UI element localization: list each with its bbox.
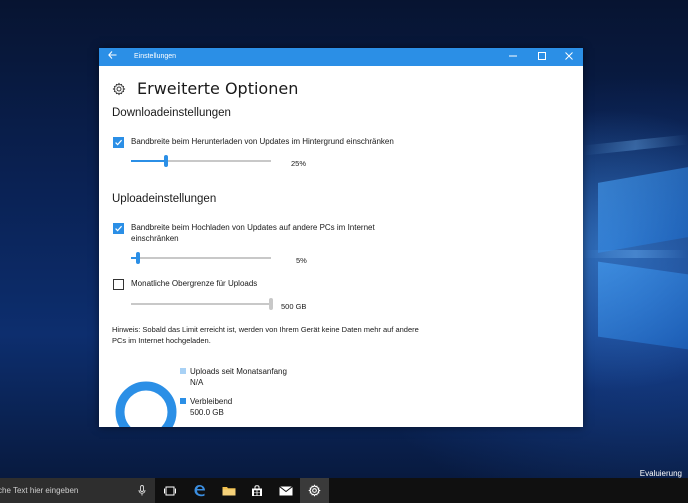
download-limit-label: Bandbreite beim Herunterladen von Update…: [131, 137, 394, 146]
download-limit-checkbox[interactable]: [113, 137, 124, 148]
upload-limit-checkbox[interactable]: [113, 223, 124, 234]
checkmark-icon: [115, 225, 123, 232]
taskbar: che Text hier eingeben: [0, 478, 688, 503]
explorer-icon: [222, 487, 235, 496]
usage-donut-chart: [115, 381, 177, 427]
minimize-button[interactable]: [499, 48, 527, 66]
download-bandwidth-slider[interactable]: [131, 155, 271, 167]
slider-thumb[interactable]: [269, 298, 273, 310]
slider-track: [131, 303, 271, 305]
back-arrow-icon: [107, 51, 116, 59]
light-beam: [583, 134, 688, 156]
slider-fill: [131, 160, 166, 162]
monthly-limit-row[interactable]: Monatliche Obergrenze für Uploads: [113, 278, 411, 290]
download-section-title: Downloadeinstellungen: [112, 107, 231, 119]
settings-window: Einstellungen Erweiterte Optionen Downlo…: [99, 48, 583, 427]
edge-button[interactable]: [185, 478, 214, 503]
upload-bandwidth-slider[interactable]: [131, 252, 271, 264]
monthly-limit-slider[interactable]: [131, 298, 273, 310]
mail-button[interactable]: [271, 478, 300, 503]
windows-logo-pane: [598, 167, 688, 253]
minimize-icon: [509, 55, 517, 57]
upload-slider-value: 5%: [296, 256, 307, 265]
task-view-icon: [163, 486, 176, 495]
upload-hint-text: Hinweis: Sobald das Limit erreicht ist, …: [112, 325, 419, 345]
usage-donut-ring: [115, 381, 177, 427]
legend-entry: Verbleibend: [180, 396, 232, 407]
page-title: Erweiterte Optionen: [137, 79, 299, 98]
upload-section-title: Uploadeinstellungen: [112, 193, 217, 205]
usage-legend-uploaded: Uploads seit Monatsanfang N/A: [180, 366, 287, 388]
upload-limit-row[interactable]: Bandbreite beim Hochladen von Updates au…: [113, 222, 411, 244]
checkmark-icon: [115, 139, 123, 146]
legend-swatch: [180, 397, 186, 404]
back-button[interactable]: [105, 50, 119, 64]
title-bar[interactable]: Einstellungen: [99, 48, 583, 66]
legend-swatch: [180, 367, 186, 374]
windows-logo-pane: [598, 261, 688, 350]
monthly-slider-value: 500 GB: [281, 302, 307, 311]
maximize-icon: [538, 52, 546, 60]
settings-content: Erweiterte Optionen Downloadeinstellunge…: [99, 66, 583, 427]
slider-thumb[interactable]: [136, 252, 140, 264]
store-icon: [251, 484, 262, 496]
window-title: Einstellungen: [134, 53, 177, 60]
legend-value: 500.0 GB: [190, 408, 224, 417]
store-button[interactable]: [242, 478, 271, 503]
upload-limit-label: Bandbreite beim Hochladen von Updates au…: [131, 223, 375, 243]
page-header: Erweiterte Optionen: [112, 79, 298, 98]
settings-icon: [308, 484, 321, 497]
slider-track: [131, 257, 271, 259]
task-view-button[interactable]: [155, 478, 184, 503]
mail-icon: [278, 485, 293, 495]
watermark-text: Evaluierung: [639, 469, 682, 478]
search-placeholder: che Text hier eingeben: [0, 486, 79, 495]
edge-icon: [194, 485, 205, 497]
close-button[interactable]: [555, 48, 583, 66]
legend-value: N/A: [190, 378, 204, 387]
settings-taskbar-button[interactable]: [300, 478, 329, 503]
legend-label: Verbleibend: [190, 397, 233, 406]
file-explorer-button[interactable]: [214, 478, 243, 503]
download-limit-row[interactable]: Bandbreite beim Herunterladen von Update…: [113, 136, 451, 148]
maximize-button[interactable]: [528, 48, 556, 66]
slider-thumb[interactable]: [164, 155, 168, 167]
legend-label: Uploads seit Monatsanfang: [190, 367, 287, 376]
monthly-limit-checkbox[interactable]: [113, 279, 124, 290]
legend-entry: Uploads seit Monatsanfang: [180, 366, 287, 377]
monthly-limit-label: Monatliche Obergrenze für Uploads: [131, 279, 258, 288]
gear-icon: [112, 82, 126, 95]
usage-legend-remaining: Verbleibend 500.0 GB: [180, 396, 232, 418]
close-icon: [565, 52, 573, 60]
download-slider-value: 25%: [291, 159, 307, 168]
microphone-icon[interactable]: [138, 485, 146, 496]
search-box[interactable]: che Text hier eingeben: [0, 478, 155, 503]
